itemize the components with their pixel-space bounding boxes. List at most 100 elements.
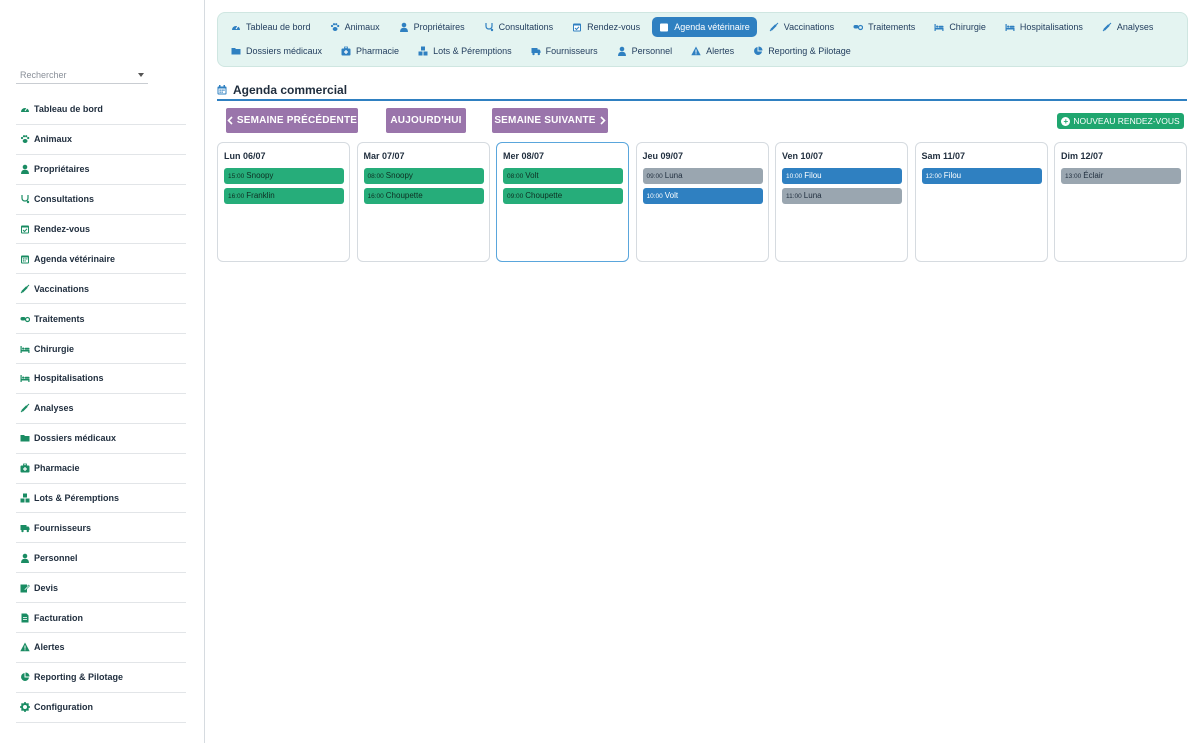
appointment-time: 08:00 bbox=[367, 173, 384, 180]
sidebar-menu: Tableau de bord Animaux Propriétaires Consu… bbox=[16, 95, 186, 723]
nav-tab[interactable]: Lots & Péremptions bbox=[411, 41, 519, 61]
pills-icon bbox=[853, 22, 864, 32]
today-button[interactable]: AUJOURD'HUI bbox=[386, 108, 466, 133]
nav-tab[interactable]: Tableau de bord bbox=[224, 17, 318, 37]
day-column[interactable]: Lun 06/07 15:00 Snoopy 16:00 Franklin bbox=[217, 142, 350, 262]
new-appointment-button[interactable]: + NOUVEAU RENDEZ-VOUS bbox=[1057, 113, 1184, 129]
appointment-time: 13:00 bbox=[1065, 173, 1082, 180]
appointment-pet: Snoopy bbox=[246, 171, 274, 180]
appointment-chip[interactable]: 10:00 Volt bbox=[642, 188, 763, 204]
day-column[interactable]: Mer 08/07 08:00 Volt 09:00 Choupette bbox=[496, 142, 629, 262]
appointment-chip[interactable]: 08:00 Snoopy bbox=[363, 168, 484, 184]
syringe-icon bbox=[19, 283, 30, 294]
sidebar-item[interactable]: Hospitalisations bbox=[16, 364, 186, 394]
appointment-pet: Volt bbox=[525, 171, 539, 180]
boxes-icon bbox=[19, 493, 30, 504]
sidebar-item-label: Fournisseurs bbox=[34, 522, 92, 533]
nav-tab-label: Animaux bbox=[344, 22, 380, 32]
nav-tab[interactable]: Agenda vétérinaire bbox=[652, 17, 757, 37]
page-title: Agenda commercial bbox=[217, 80, 1187, 101]
appointment-chip[interactable]: 09:00 Choupette bbox=[503, 188, 623, 204]
edit-icon bbox=[19, 582, 30, 593]
sidebar-item[interactable]: Facturation bbox=[16, 603, 186, 634]
sidebar-item[interactable]: Traitements bbox=[16, 304, 186, 335]
nav-tab[interactable]: Traitements bbox=[846, 17, 922, 37]
search-select[interactable]: Rechercher bbox=[16, 66, 148, 84]
nav-tab[interactable]: Propriétaires bbox=[392, 17, 472, 37]
appointment-chip[interactable]: 11:00 Luna bbox=[782, 188, 902, 204]
next-week-button[interactable]: SEMAINE SUIVANTE bbox=[492, 108, 608, 133]
sidebar-item[interactable]: Agenda vétérinaire bbox=[16, 244, 186, 275]
nav-tab[interactable]: Dossiers médicaux bbox=[224, 41, 329, 61]
sidebar-item[interactable]: Alertes bbox=[16, 633, 186, 663]
paw-icon bbox=[330, 22, 340, 32]
nav-tab[interactable]: Consultations bbox=[477, 17, 561, 37]
nav-tab[interactable]: Vaccinations bbox=[762, 17, 841, 37]
warning-icon bbox=[19, 642, 30, 653]
appointment-chip[interactable]: 08:00 Volt bbox=[503, 168, 623, 184]
sidebar-item-label: Animaux bbox=[34, 134, 73, 145]
nav-tab[interactable]: Hospitalisations bbox=[998, 17, 1090, 37]
appointment-chip[interactable]: 09:00 Luna bbox=[642, 168, 763, 184]
nav-tab[interactable]: Chirurgie bbox=[927, 17, 993, 37]
sidebar-item[interactable]: Configuration bbox=[16, 693, 186, 723]
next-week-label: SEMAINE SUIVANTE bbox=[494, 115, 596, 126]
sidebar-item-label: Tableau de bord bbox=[34, 104, 103, 115]
appointment-pet: Filou bbox=[804, 171, 822, 180]
appointment-time: 16:00 bbox=[228, 193, 245, 200]
syringe-icon bbox=[19, 403, 30, 414]
sidebar-item[interactable]: Fournisseurs bbox=[16, 513, 186, 544]
sidebar-item[interactable]: Lots & Péremptions bbox=[16, 484, 186, 514]
plus-circle-icon: + bbox=[1061, 116, 1071, 126]
nav-tab[interactable]: Alertes bbox=[684, 41, 741, 61]
day-column[interactable]: Ven 10/07 10:00 Filou 11:00 Luna bbox=[775, 142, 908, 262]
appointment-chip[interactable]: 13:00 Éclair bbox=[1061, 168, 1181, 184]
nav-tab-label: Hospitalisations bbox=[1019, 22, 1083, 32]
nav-tab[interactable]: Analyses bbox=[1095, 17, 1161, 37]
sidebar-item[interactable]: Reporting & Pilotage bbox=[16, 663, 186, 693]
sidebar-item-label: Personnel bbox=[34, 552, 78, 563]
nav-tab-label: Dossiers médicaux bbox=[246, 46, 323, 56]
bed-icon bbox=[934, 22, 944, 32]
nav-tab[interactable]: Reporting & Pilotage bbox=[746, 41, 858, 61]
day-column[interactable]: Jeu 09/07 09:00 Luna 10:00 Volt bbox=[635, 142, 769, 262]
day-column[interactable]: Sam 11/07 12:00 Filou bbox=[914, 142, 1048, 262]
sidebar-item[interactable]: Pharmacie bbox=[16, 454, 186, 484]
sidebar-item[interactable]: Analyses bbox=[16, 394, 186, 424]
nav-tab[interactable]: Animaux bbox=[323, 17, 387, 37]
day-column[interactable]: Dim 12/07 13:00 Éclair bbox=[1054, 142, 1187, 262]
nav-tab-label: Rendez-vous bbox=[587, 22, 641, 32]
sidebar-item[interactable]: Animaux bbox=[16, 125, 186, 155]
day-header: Mer 08/07 bbox=[503, 151, 545, 161]
sidebar-item[interactable]: Vaccinations bbox=[16, 274, 186, 305]
sidebar-item-label: Consultations bbox=[34, 194, 94, 205]
appointment-time: 09:00 bbox=[507, 193, 524, 200]
sidebar-item[interactable]: Chirurgie bbox=[16, 334, 186, 365]
sidebar-item[interactable]: Consultations bbox=[16, 185, 186, 215]
appointment-chip[interactable]: 16:00 Choupette bbox=[363, 188, 484, 204]
chevron-down-icon[interactable] bbox=[138, 73, 144, 77]
day-column[interactable]: Mar 07/07 08:00 Snoopy 16:00 Choupette bbox=[356, 142, 490, 262]
appointment-time: 16:00 bbox=[367, 193, 384, 200]
sidebar-item[interactable]: Dossiers médicaux bbox=[16, 424, 186, 454]
sidebar-item[interactable]: Devis bbox=[16, 573, 186, 604]
sidebar: Rechercher Tableau de bord Animaux Proprié… bbox=[0, 0, 205, 746]
bed-icon bbox=[19, 373, 30, 384]
nav-tab-label: Analyses bbox=[1116, 22, 1154, 32]
appointment-chip[interactable]: 10:00 Filou bbox=[782, 168, 902, 184]
nav-tab[interactable]: Fournisseurs bbox=[524, 41, 605, 61]
nav-tab[interactable]: Rendez-vous bbox=[565, 17, 647, 37]
appointment-pet: Choupette bbox=[385, 191, 423, 200]
appointment-chip[interactable]: 12:00 Filou bbox=[921, 168, 1042, 184]
nav-tab[interactable]: Pharmacie bbox=[334, 41, 406, 61]
previous-week-button[interactable]: SEMAINE PRÉCÉDENTE bbox=[226, 108, 358, 133]
nav-tab[interactable]: Personnel bbox=[610, 41, 680, 61]
sidebar-item[interactable]: Tableau de bord bbox=[16, 95, 186, 125]
sidebar-item[interactable]: Rendez-vous bbox=[16, 215, 186, 245]
sidebar-item-label: Dossiers médicaux bbox=[34, 433, 117, 444]
sidebar-item[interactable]: Propriétaires bbox=[16, 155, 186, 185]
sidebar-item[interactable]: Personnel bbox=[16, 543, 186, 574]
appointment-chip[interactable]: 16:00 Franklin bbox=[224, 188, 344, 204]
pie-chart-icon bbox=[753, 46, 763, 56]
appointment-chip[interactable]: 15:00 Snoopy bbox=[224, 168, 344, 184]
